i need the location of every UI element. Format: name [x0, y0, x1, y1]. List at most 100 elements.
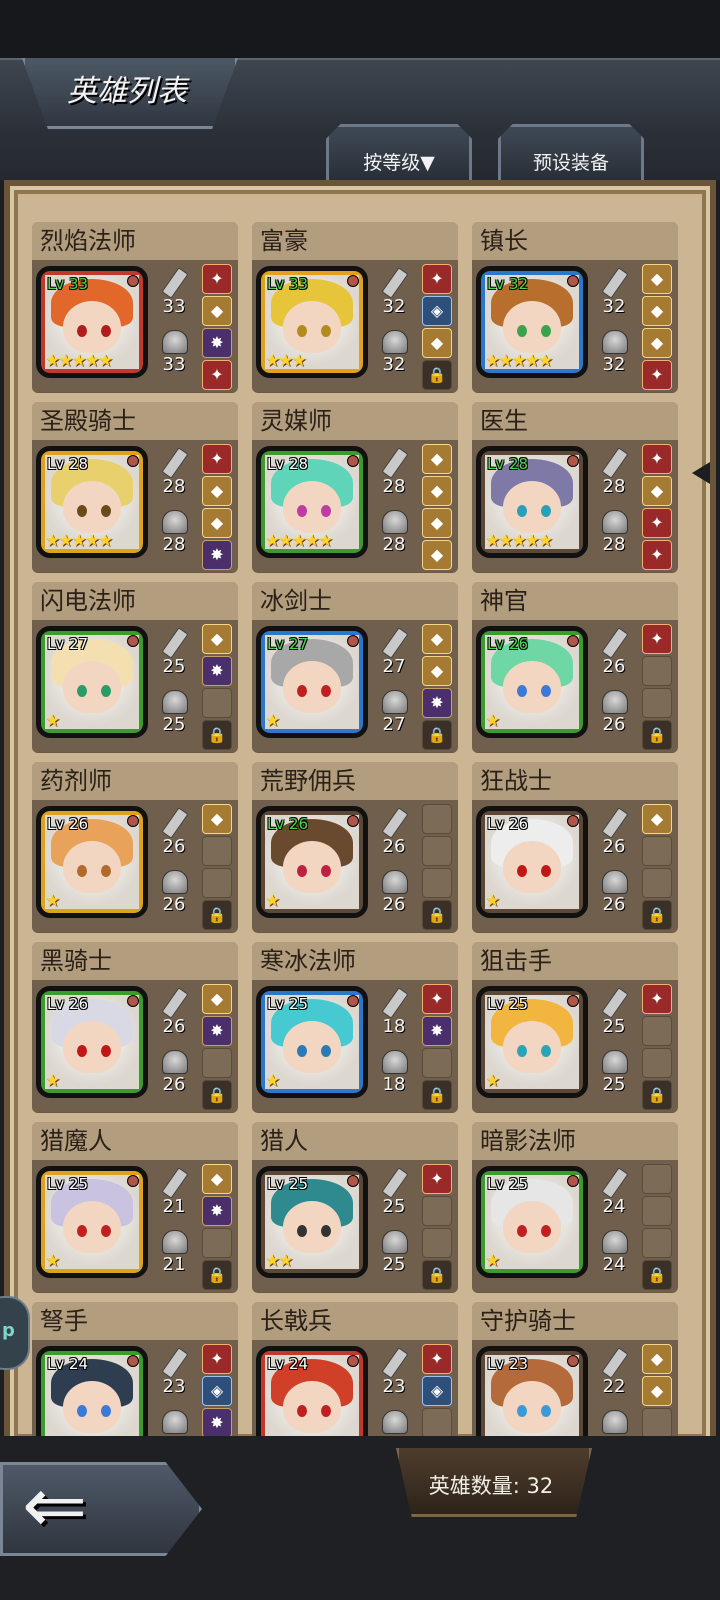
hero-card[interactable]: 灵媒师 Lv 28 ★★★★★ 28 28 ◆ ◆ ◆ ◆: [252, 402, 458, 572]
equipment-slot[interactable]: [202, 1048, 232, 1078]
equipment-slot[interactable]: ✦: [422, 1164, 452, 1194]
equipment-slot[interactable]: ◆: [422, 540, 452, 570]
equipment-slot[interactable]: [422, 1228, 452, 1258]
hero-card[interactable]: 医生 Lv 28 ★★★★★ 28 28 ✦ ◆ ✦ ✦: [472, 402, 678, 572]
hero-card[interactable]: 闪电法师 Lv 27 ★ 25 25 ◆ ✸ 🔒: [32, 582, 238, 752]
equipment-slot[interactable]: ◆: [202, 508, 232, 538]
hero-card[interactable]: 寒冰法师 Lv 25 ★ 18 18 ✦ ✸ 🔒: [252, 942, 458, 1112]
locked-equipment-slot[interactable]: 🔒: [422, 720, 452, 750]
equipment-slot[interactable]: [422, 804, 452, 834]
hero-card[interactable]: 猎人 Lv 25 ★★ 25 25 ✦ 🔒: [252, 1122, 458, 1292]
hero-card[interactable]: 冰剑士 Lv 27 ★ 27 27 ◆ ◆ ✸ 🔒: [252, 582, 458, 752]
equipment-slot[interactable]: [642, 1408, 672, 1438]
equipment-slot[interactable]: [642, 688, 672, 718]
locked-equipment-slot[interactable]: 🔒: [202, 1080, 232, 1110]
hero-card[interactable]: 弩手 Lv 24 23 ✦ ◈ ✸: [32, 1302, 238, 1442]
hero-portrait[interactable]: Lv 23: [476, 1346, 588, 1442]
equipment-slot[interactable]: ◆: [422, 656, 452, 686]
equipment-slot[interactable]: ◆: [202, 624, 232, 654]
locked-equipment-slot[interactable]: 🔒: [642, 1080, 672, 1110]
equipment-slot[interactable]: ✦: [202, 1344, 232, 1374]
equipment-slot[interactable]: [642, 836, 672, 866]
equipment-slot[interactable]: [642, 1164, 672, 1194]
equipment-slot[interactable]: [422, 836, 452, 866]
equipment-slot[interactable]: ◆: [642, 1376, 672, 1406]
equipment-slot[interactable]: ✸: [202, 328, 232, 358]
preset-equipment-tab[interactable]: 预设装备: [498, 124, 644, 183]
hero-portrait[interactable]: Lv 26 ★: [476, 626, 588, 738]
equipment-slot[interactable]: ✸: [202, 1196, 232, 1226]
hero-card[interactable]: 猎魔人 Lv 25 ★ 21 21 ◆ ✸ 🔒: [32, 1122, 238, 1292]
equipment-slot[interactable]: ✦: [422, 1344, 452, 1374]
equipment-slot[interactable]: ✸: [202, 1016, 232, 1046]
equipment-slot[interactable]: ✸: [202, 540, 232, 570]
equipment-slot[interactable]: [642, 1196, 672, 1226]
equipment-slot[interactable]: ◆: [422, 508, 452, 538]
equipment-slot[interactable]: ◆: [202, 984, 232, 1014]
side-floating-button[interactable]: p: [0, 1296, 30, 1370]
locked-equipment-slot[interactable]: 🔒: [422, 1080, 452, 1110]
hero-portrait[interactable]: Lv 28 ★★★★★: [36, 446, 148, 558]
hero-portrait[interactable]: Lv 27 ★: [256, 626, 368, 738]
hero-card[interactable]: 神官 Lv 26 ★ 26 26 ✦ 🔒: [472, 582, 678, 752]
equipment-slot[interactable]: [642, 656, 672, 686]
hero-portrait[interactable]: Lv 33 ★★★: [256, 266, 368, 378]
equipment-slot[interactable]: ◆: [422, 624, 452, 654]
hero-card[interactable]: 暗影法师 Lv 25 ★ 24 24 🔒: [472, 1122, 678, 1292]
sort-by-level-tab[interactable]: 按等级▼: [326, 124, 472, 183]
hero-portrait[interactable]: Lv 27 ★: [36, 626, 148, 738]
equipment-slot[interactable]: ✸: [202, 1408, 232, 1438]
equipment-slot[interactable]: ✦: [642, 540, 672, 570]
equipment-slot[interactable]: [642, 1228, 672, 1258]
equipment-slot[interactable]: ◆: [202, 1164, 232, 1194]
hero-list-panel[interactable]: 烈焰法师 Lv 33 ★★★★★ 33 33 ✦ ◆ ✸ ✦ 富豪 Lv 33 ★★★ 32 32 ✦ ◈ ◆ 🔒…: [4, 180, 716, 1448]
hero-portrait[interactable]: Lv 28 ★★★★★: [256, 446, 368, 558]
hero-card[interactable]: 烈焰法师 Lv 33 ★★★★★ 33 33 ✦ ◆ ✸ ✦: [32, 222, 238, 392]
equipment-slot[interactable]: ✸: [422, 1016, 452, 1046]
equipment-slot[interactable]: ✦: [422, 264, 452, 294]
equipment-slot[interactable]: [642, 868, 672, 898]
hero-portrait[interactable]: Lv 32 ★★★★★: [476, 266, 588, 378]
hero-portrait[interactable]: Lv 33 ★★★★★: [36, 266, 148, 378]
equipment-slot[interactable]: [642, 1016, 672, 1046]
equipment-slot[interactable]: ✦: [202, 264, 232, 294]
equipment-slot[interactable]: ◆: [422, 444, 452, 474]
hero-card[interactable]: 药剂师 Lv 26 ★ 26 26 ◆ 🔒: [32, 762, 238, 932]
hero-portrait[interactable]: Lv 26 ★: [476, 806, 588, 918]
hero-portrait[interactable]: Lv 26 ★: [36, 806, 148, 918]
equipment-slot[interactable]: [422, 868, 452, 898]
hero-portrait[interactable]: Lv 26 ★: [36, 986, 148, 1098]
equipment-slot[interactable]: ✦: [642, 984, 672, 1014]
hero-card[interactable]: 荒野佣兵 Lv 26 ★ 26 26 🔒: [252, 762, 458, 932]
equipment-slot[interactable]: ✦: [642, 444, 672, 474]
hero-card[interactable]: 圣殿骑士 Lv 28 ★★★★★ 28 28 ✦ ◆ ◆ ✸: [32, 402, 238, 572]
equipment-slot[interactable]: ✦: [202, 360, 232, 390]
hero-card[interactable]: 镇长 Lv 32 ★★★★★ 32 32 ◆ ◆ ◆ ✦: [472, 222, 678, 392]
equipment-slot[interactable]: ◆: [202, 476, 232, 506]
equipment-slot[interactable]: [642, 1048, 672, 1078]
equipment-slot[interactable]: ✦: [202, 444, 232, 474]
equipment-slot[interactable]: ◈: [202, 1376, 232, 1406]
equipment-slot[interactable]: ◆: [642, 804, 672, 834]
equipment-slot[interactable]: ◈: [422, 1376, 452, 1406]
equipment-slot[interactable]: [202, 1228, 232, 1258]
locked-equipment-slot[interactable]: 🔒: [202, 900, 232, 930]
hero-portrait[interactable]: Lv 24: [36, 1346, 148, 1442]
equipment-slot[interactable]: ◆: [202, 296, 232, 326]
equipment-slot[interactable]: [202, 868, 232, 898]
equipment-slot[interactable]: ✦: [642, 624, 672, 654]
equipment-slot[interactable]: [202, 836, 232, 866]
hero-portrait[interactable]: Lv 25 ★★: [256, 1166, 368, 1278]
equipment-slot[interactable]: ◆: [422, 476, 452, 506]
equipment-slot[interactable]: ◈: [422, 296, 452, 326]
hero-portrait[interactable]: Lv 24: [256, 1346, 368, 1442]
equipment-slot[interactable]: ✦: [642, 360, 672, 390]
equipment-slot[interactable]: ✸: [202, 656, 232, 686]
equipment-slot[interactable]: [202, 688, 232, 718]
hero-card[interactable]: 守护骑士 Lv 23 22 ◆ ◆: [472, 1302, 678, 1442]
equipment-slot[interactable]: ✦: [642, 508, 672, 538]
equipment-slot[interactable]: ◆: [642, 296, 672, 326]
equipment-slot[interactable]: ◆: [642, 264, 672, 294]
locked-equipment-slot[interactable]: 🔒: [422, 360, 452, 390]
hero-card[interactable]: 狙击手 Lv 25 ★ 25 25 ✦ 🔒: [472, 942, 678, 1112]
